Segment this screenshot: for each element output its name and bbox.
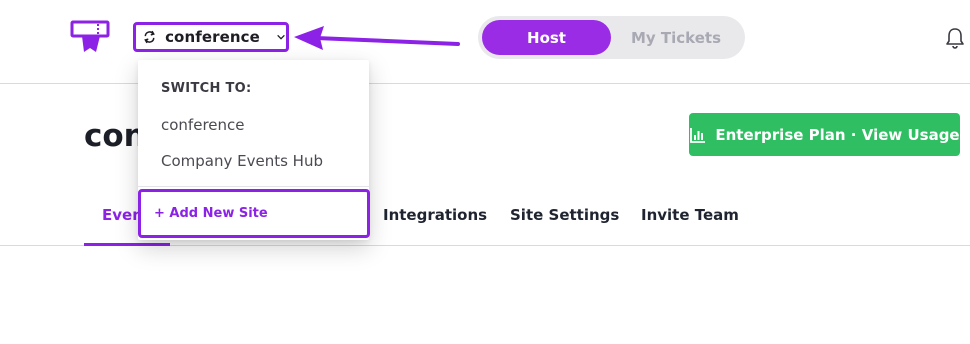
site-switcher-dropdown: SWITCH TO: conference Company Events Hub… — [138, 60, 370, 240]
dropdown-heading: SWITCH TO: — [161, 81, 252, 96]
site-switcher-button[interactable]: conference — [133, 22, 289, 52]
bar-chart-icon — [690, 127, 706, 143]
add-new-site-button[interactable]: + Add New Site — [138, 189, 370, 238]
dropdown-divider — [138, 186, 369, 187]
annotation-arrow — [294, 26, 460, 50]
tab-invite-team[interactable]: Invite Team — [641, 206, 739, 224]
current-site-name: conference — [165, 28, 260, 46]
chevron-down-icon — [277, 34, 285, 40]
active-tab-indicator — [84, 243, 170, 246]
bell-icon[interactable] — [944, 26, 966, 50]
dropdown-item-conference[interactable]: conference — [161, 116, 245, 134]
dropdown-item-company-events-hub[interactable]: Company Events Hub — [161, 152, 323, 170]
enterprise-plan-label: Enterprise Plan · View Usage — [715, 125, 960, 144]
ticket-logo-icon[interactable] — [70, 18, 110, 54]
switch-arrows-icon — [144, 30, 155, 44]
role-toggle: Host My Tickets — [478, 16, 745, 59]
my-tickets-toggle-button[interactable]: My Tickets — [611, 20, 741, 55]
tab-integrations[interactable]: Integrations — [383, 206, 487, 224]
tab-site-settings[interactable]: Site Settings — [510, 206, 619, 224]
host-toggle-button[interactable]: Host — [482, 20, 611, 55]
enterprise-plan-button[interactable]: Enterprise Plan · View Usage — [689, 113, 960, 156]
